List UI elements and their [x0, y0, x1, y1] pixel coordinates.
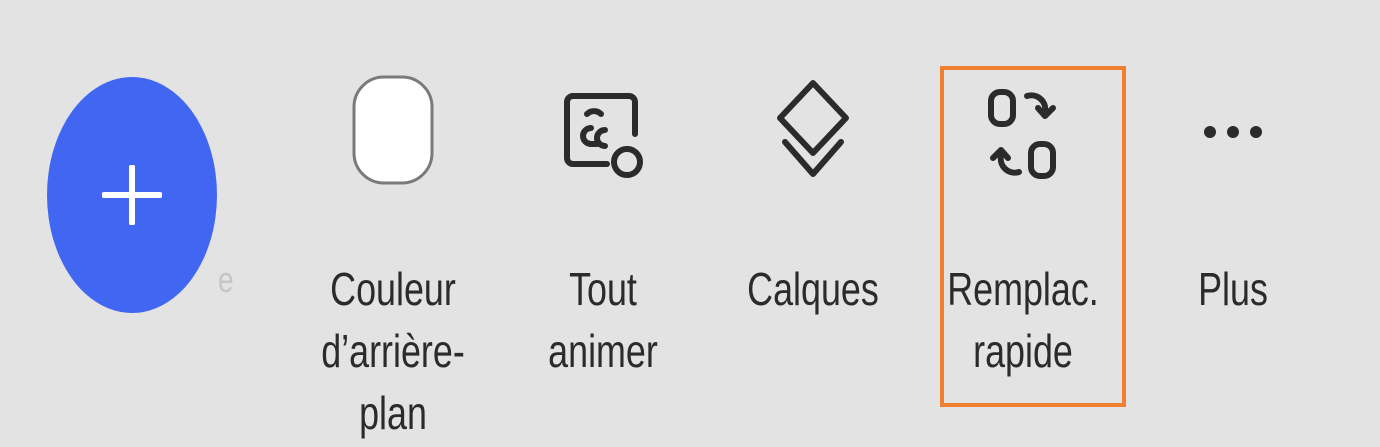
layers-icon — [777, 80, 849, 177]
layers-label: Calques — [747, 263, 879, 315]
quick-replace-label: Remplac. rapide — [947, 263, 1099, 377]
more-button[interactable]: Plus — [1133, 60, 1333, 440]
more-label: Plus — [1198, 263, 1268, 315]
background-color-button[interactable]: Couleur d’arrière- plan — [293, 60, 493, 440]
ellipsis-icon — [1204, 126, 1262, 138]
background-color-label: Couleur d’arrière- plan — [321, 263, 465, 439]
plus-icon — [102, 165, 162, 225]
layers-button[interactable]: Calques — [713, 60, 913, 440]
animate-all-icon — [564, 93, 643, 178]
add-button[interactable] — [47, 77, 217, 313]
animate-all-label: Tout animer — [548, 263, 658, 377]
animate-all-button[interactable]: Tout animer — [503, 60, 703, 440]
quick-replace-button[interactable]: Remplac. rapide — [923, 60, 1123, 440]
partially-hidden-label: e — [218, 259, 234, 300]
swap-replace-icon — [988, 89, 1056, 179]
rounded-square-swatch-icon — [352, 75, 434, 185]
bottom-toolbar: e Couleur d’arrière- plan Tout animer Ca… — [0, 0, 1380, 447]
